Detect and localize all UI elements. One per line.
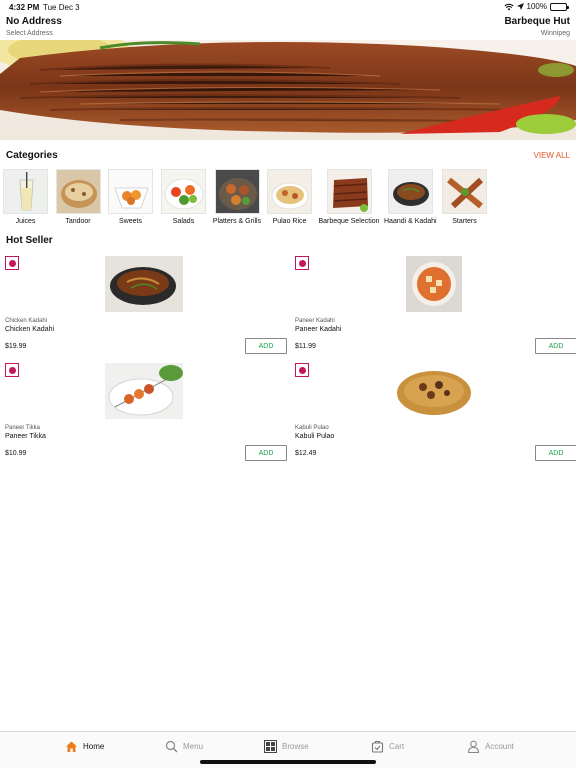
- product-card-paneer-tikka[interactable]: Paneer Tikka Paneer Tikka $10.99 ADD: [5, 363, 287, 468]
- salads-image: [161, 169, 206, 214]
- category-barbeque-selection[interactable]: Barbeque Selection: [318, 169, 380, 225]
- store-title[interactable]: Barbeque Hut: [504, 16, 570, 27]
- category-tandoor[interactable]: Tandoor: [55, 169, 101, 225]
- battery-icon: [550, 2, 569, 11]
- tab-account[interactable]: Account: [467, 740, 514, 753]
- category-juices[interactable]: Juices: [3, 169, 48, 225]
- categories-heading: Categories: [6, 150, 58, 161]
- starters-image: [442, 169, 487, 214]
- product-card-kabuli-pulao[interactable]: Kabuli Pulao Kabuli Pulao $12.49 ADD: [295, 363, 576, 468]
- category-label: Pulao Rice: [272, 218, 307, 225]
- user-icon: [467, 740, 480, 753]
- veg-marker-icon: [5, 363, 19, 377]
- add-to-cart-button[interactable]: ADD: [535, 445, 576, 461]
- category-label: Sweets: [119, 218, 142, 225]
- add-to-cart-button[interactable]: ADD: [245, 338, 287, 354]
- add-to-cart-button[interactable]: ADD: [245, 445, 287, 461]
- category-label: Starters: [452, 218, 477, 225]
- location-arrow-icon: [516, 3, 524, 10]
- juices-image: [3, 169, 48, 214]
- veg-marker-icon: [295, 363, 309, 377]
- home-icon: [66, 741, 77, 752]
- tab-label: Home: [83, 742, 105, 751]
- category-starters[interactable]: Starters: [441, 169, 488, 225]
- product-category: Kabuli Pulao: [295, 425, 329, 431]
- search-icon: [165, 740, 178, 753]
- tab-menu[interactable]: Menu: [165, 740, 203, 753]
- status-date: Tue Dec 3: [43, 3, 80, 12]
- category-pulao-rice[interactable]: Pulao Rice: [267, 169, 312, 225]
- platters-grills-image: [214, 169, 260, 214]
- haandi-kadahi-image: [387, 169, 433, 214]
- tab-cart[interactable]: Cart: [371, 740, 404, 753]
- product-name: Chicken Kadahi: [5, 326, 55, 333]
- product-price: $12.49: [295, 450, 317, 457]
- status-indicators: 100%: [503, 2, 569, 11]
- promo-banner[interactable]: [0, 40, 576, 140]
- product-category: Chicken Kadahi: [5, 318, 48, 324]
- category-label: Tandoor: [65, 218, 91, 225]
- product-name: Kabuli Pulao: [295, 433, 335, 440]
- tab-label: Cart: [389, 742, 405, 751]
- category-sweets[interactable]: Sweets: [108, 169, 153, 225]
- hot-seller-heading: Hot Seller: [6, 235, 53, 246]
- product-name: Paneer Tikka: [5, 433, 46, 440]
- category-salads[interactable]: Salads: [161, 169, 206, 225]
- category-haandi-kadahi[interactable]: Haandi & Kadahi: [384, 169, 437, 225]
- category-label: Barbeque Selection: [318, 218, 380, 225]
- tab-browse[interactable]: Browse: [264, 740, 309, 753]
- product-card-paneer-kadahi[interactable]: Paneer Kadahi Paneer Kadahi $11.99 ADD: [295, 256, 576, 361]
- home-indicator[interactable]: [200, 760, 376, 764]
- store-location[interactable]: Winnipeg: [541, 30, 570, 37]
- tab-home[interactable]: Home: [65, 740, 104, 753]
- grid-icon: [264, 740, 277, 753]
- veg-marker-icon: [295, 256, 309, 270]
- banner-food-image: [0, 40, 576, 134]
- product-price: $10.99: [5, 450, 27, 457]
- status-bar: 4:32 PM Tue Dec 3 100%: [0, 0, 576, 14]
- tandoor-image: [55, 169, 101, 214]
- address-title[interactable]: No Address: [6, 16, 62, 27]
- paneer-kadahi-image[interactable]: [406, 256, 462, 312]
- status-time: 4:32 PM: [9, 3, 40, 12]
- product-category: Paneer Kadahi: [295, 318, 335, 324]
- category-label: Haandi & Kadahi: [384, 218, 437, 225]
- paneer-tikka-image[interactable]: [105, 363, 183, 419]
- address-subtitle[interactable]: Select Address: [6, 30, 53, 37]
- product-card-chicken-kadahi[interactable]: Chicken Kadahi Chicken Kadahi $19.99 ADD: [5, 256, 287, 361]
- tab-label: Menu: [183, 742, 204, 751]
- cart-icon: [371, 740, 384, 753]
- chicken-kadahi-image[interactable]: [105, 256, 183, 312]
- category-label: Juices: [15, 218, 36, 225]
- kabuli-pulao-image[interactable]: [395, 363, 473, 419]
- battery-percent: 100%: [526, 2, 547, 11]
- tab-label: Account: [485, 742, 514, 751]
- wifi-icon: [503, 3, 514, 10]
- barbeque-selection-image: [326, 169, 372, 214]
- category-platters-grills[interactable]: Platters & Grills: [211, 169, 263, 225]
- product-category: Paneer Tikka: [5, 425, 41, 431]
- view-all-link[interactable]: VIEW ALL: [534, 151, 570, 160]
- category-label: Platters & Grills: [212, 218, 262, 225]
- product-price: $11.99: [295, 343, 316, 350]
- tab-label: Browse: [282, 742, 309, 751]
- product-price: $19.99: [5, 343, 27, 350]
- pulao-rice-image: [267, 169, 312, 214]
- add-to-cart-button[interactable]: ADD: [535, 338, 576, 354]
- header: No Address Select Address Barbeque Hut W…: [0, 16, 576, 40]
- sweets-image: [108, 169, 153, 214]
- veg-marker-icon: [5, 256, 19, 270]
- product-name: Paneer Kadahi: [295, 326, 342, 333]
- category-list: Juices Tandoor Sweets Salads Platters & …: [0, 169, 576, 229]
- category-label: Salads: [172, 218, 195, 225]
